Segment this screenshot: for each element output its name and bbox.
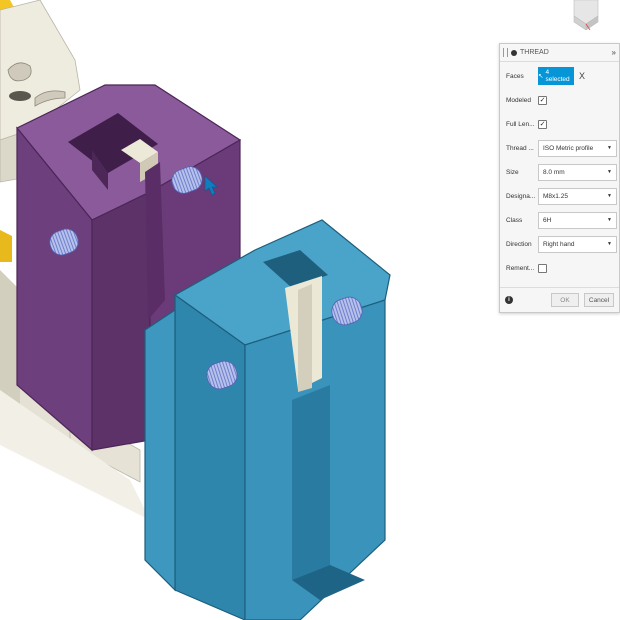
row-full-length: Full Len... ✓: [500, 113, 619, 135]
dialog-footer: i OK Cancel: [500, 287, 619, 312]
dialog-header[interactable]: THREAD »: [500, 44, 619, 62]
size-select[interactable]: 8.0 mm ▼: [538, 163, 617, 181]
chevron-down-icon: ▼: [607, 217, 612, 223]
designation-value: M8x1.25: [543, 192, 568, 200]
expand-icon[interactable]: »: [612, 48, 616, 57]
cursor-icon: ↖: [538, 73, 544, 80]
modeled-checkbox[interactable]: ✓: [538, 95, 547, 105]
dialog-status-icon: [511, 49, 517, 56]
class-label: Class: [506, 216, 523, 224]
direction-select[interactable]: Right hand ▼: [538, 235, 617, 253]
chevron-down-icon: ▼: [607, 169, 612, 175]
dialog-title: THREAD: [520, 49, 549, 56]
class-value: 6H: [543, 216, 552, 224]
direction-label: Direction: [506, 240, 532, 248]
remember-checkbox[interactable]: [538, 263, 547, 273]
row-faces: Faces ↖ 4 selected X: [500, 65, 619, 87]
chevron-down-icon: ▼: [607, 241, 612, 247]
row-designation: Designa... M8x1.25 ▼: [500, 185, 619, 207]
row-direction: Direction Right hand ▼: [500, 233, 619, 255]
row-size: Size 8.0 mm ▼: [500, 161, 619, 183]
thread-dialog: THREAD » Faces ↖ 4 selected X Modeled ✓ …: [499, 43, 620, 313]
drag-handle-icon[interactable]: [503, 48, 508, 57]
row-modeled: Modeled ✓: [500, 89, 619, 111]
thread-type-select[interactable]: ISO Metric profile ▼: [538, 139, 617, 157]
full-length-label: Full Len...: [506, 120, 535, 128]
size-value: 8.0 mm: [543, 168, 565, 176]
remember-label: Rement...: [506, 264, 535, 272]
yellow-part-lower: [0, 230, 12, 262]
modeled-label: Modeled: [506, 96, 531, 104]
size-label: Size: [506, 168, 519, 176]
chevron-down-icon: ▼: [607, 145, 612, 151]
row-thread-type: Thread ... ISO Metric profile ▼: [500, 137, 619, 159]
full-length-checkbox[interactable]: ✓: [538, 119, 547, 129]
faces-label: Faces: [506, 72, 524, 80]
chevron-down-icon: ▼: [607, 193, 612, 199]
view-cube-icon[interactable]: [566, 0, 606, 31]
designation-select[interactable]: M8x1.25 ▼: [538, 187, 617, 205]
direction-value: Right hand: [543, 240, 575, 248]
designation-label: Designa...: [506, 192, 536, 200]
row-class: Class 6H ▼: [500, 209, 619, 231]
row-remember: Rement...: [500, 257, 619, 279]
info-icon[interactable]: i: [505, 296, 513, 304]
faces-selected-text: 4 selected: [545, 69, 570, 83]
faces-selection-button[interactable]: ↖ 4 selected: [538, 67, 574, 85]
clear-selection-icon[interactable]: X: [579, 71, 585, 81]
thread-type-label: Thread ...: [506, 144, 534, 152]
cancel-button[interactable]: Cancel: [584, 293, 614, 307]
thread-type-value: ISO Metric profile: [543, 144, 594, 152]
class-select[interactable]: 6H ▼: [538, 211, 617, 229]
ok-button[interactable]: OK: [551, 293, 579, 307]
